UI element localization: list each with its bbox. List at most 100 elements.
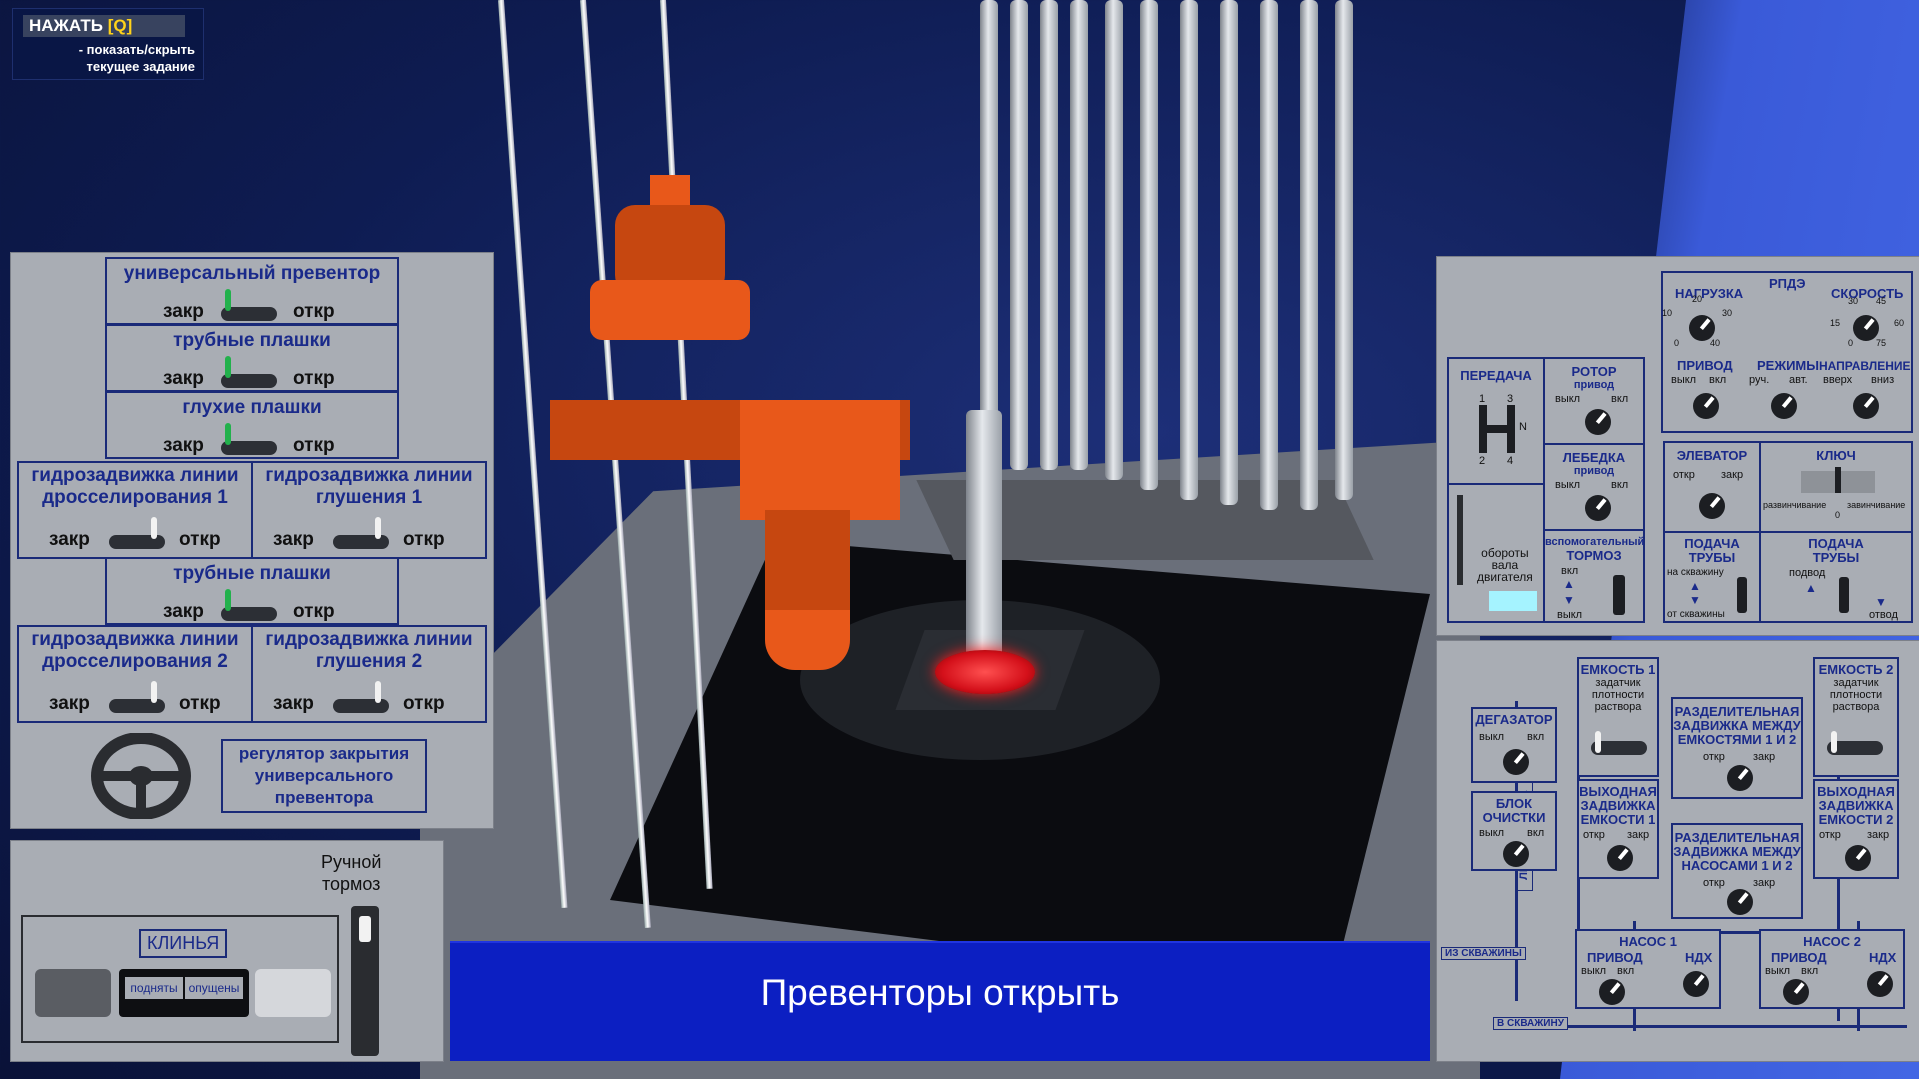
winch-sub: привод bbox=[1573, 465, 1615, 477]
out-valve-2-title: ВЫХОДНАЯ bbox=[1817, 784, 1895, 799]
out-valve-1-title-2: ЗАДВИЖКА bbox=[1580, 798, 1656, 813]
pipe-stand bbox=[1300, 0, 1318, 510]
degasser-box: ДЕГАЗАТОР выкл вкл bbox=[1471, 707, 1557, 783]
tank-1-density-slider[interactable] bbox=[1591, 731, 1647, 755]
regulator-wheel-icon[interactable] bbox=[91, 733, 191, 819]
tick-label: 40 bbox=[1710, 338, 1721, 348]
sep-pumps-title-3: НАСОСАМИ 1 И 2 bbox=[1681, 858, 1793, 873]
regulator-title-2: универсального bbox=[254, 766, 394, 785]
outlet-valve-2-box: ВЫХОДНАЯ ЗАДВИЖКА ЕМКОСТИ 2 откр закр bbox=[1813, 779, 1899, 879]
arrow-down-icon: ▼ bbox=[1563, 593, 1575, 607]
gear-2-label: 2 bbox=[1479, 455, 1486, 467]
gear-title: ПЕРЕДАЧА bbox=[1460, 368, 1532, 383]
pipe-feed-1-title: ПОДАЧА bbox=[1684, 536, 1740, 551]
degasser-knob[interactable] bbox=[1503, 749, 1529, 775]
label-open: откр bbox=[1673, 469, 1695, 481]
pipe-stand bbox=[1180, 0, 1198, 500]
label-close: закр bbox=[1753, 877, 1776, 889]
rpm-display bbox=[1489, 591, 1537, 611]
aux-brake-box: вспомогательный ТОРМОЗ вкл ▲ ▼ выкл bbox=[1543, 529, 1645, 623]
label-open: откр bbox=[179, 693, 221, 714]
label-close: закр bbox=[1627, 829, 1650, 841]
label-feed: подвод bbox=[1789, 567, 1826, 579]
pipe-feed-1-lever[interactable] bbox=[1737, 577, 1747, 613]
aux-brake-lever[interactable] bbox=[1613, 575, 1625, 615]
brake-panel: Ручной тормоз КЛИНЬЯ подняты опущены bbox=[10, 840, 444, 1062]
rotor-drive-knob[interactable] bbox=[1585, 409, 1611, 435]
separator-valve-tanks-box: РАЗДЕЛИТЕЛЬНАЯ ЗАДВИЖКА МЕЖДУ ЕМКОСТЯМИ … bbox=[1671, 697, 1803, 799]
switch-knob[interactable] bbox=[375, 517, 381, 539]
key-box: КЛЮЧ развинчивание завинчивание 0 bbox=[1759, 441, 1913, 533]
tick-label: 30 bbox=[1848, 296, 1859, 306]
hand-brake-handle[interactable] bbox=[359, 916, 371, 942]
pump-1-drive-knob[interactable] bbox=[1599, 979, 1625, 1005]
hint-key-q: [Q] bbox=[107, 16, 133, 35]
pipe-rams-1-title: трубные плашки bbox=[173, 330, 331, 351]
key-slider-handle[interactable] bbox=[1835, 467, 1841, 493]
label-up: вверх bbox=[1823, 374, 1853, 386]
out-valve-2-knob[interactable] bbox=[1845, 845, 1871, 871]
tank-2-density-slider[interactable] bbox=[1827, 731, 1883, 755]
switch-knob[interactable] bbox=[151, 681, 157, 703]
label-on: вкл bbox=[1527, 827, 1545, 839]
rpde-mode-knob[interactable] bbox=[1771, 393, 1797, 419]
switch-knob[interactable] bbox=[225, 423, 231, 445]
orange-machine-foot bbox=[765, 610, 850, 670]
pipe-feed-2-box: ПОДАЧА ТРУБЫ подвод ▲ ▼ отвод bbox=[1759, 531, 1913, 623]
pipe-stand bbox=[1105, 0, 1123, 480]
throttle-lever[interactable] bbox=[1457, 495, 1463, 585]
winch-drive-knob[interactable] bbox=[1585, 495, 1611, 521]
tick-label: 60 bbox=[1894, 318, 1905, 328]
out-valve-1-knob[interactable] bbox=[1607, 845, 1633, 871]
wedges-switch[interactable]: подняты опущены bbox=[119, 969, 249, 1017]
rpde-direction-knob[interactable] bbox=[1853, 393, 1879, 419]
switch-knob[interactable] bbox=[225, 589, 231, 611]
sep-tanks-knob[interactable] bbox=[1727, 765, 1753, 791]
switch-knob[interactable] bbox=[225, 356, 231, 378]
cleaning-unit-box: БЛОК ОЧИСТКИ выкл вкл bbox=[1471, 791, 1557, 871]
switch-knob[interactable] bbox=[225, 289, 231, 311]
label-off: выкл bbox=[1479, 827, 1505, 839]
wedges-box: КЛИНЬЯ подняты опущены bbox=[21, 915, 339, 1043]
gear-shifter[interactable] bbox=[1479, 405, 1515, 453]
pipe-feed-2-lever[interactable] bbox=[1839, 577, 1849, 613]
key-slider[interactable] bbox=[1801, 467, 1875, 493]
winch-title: ЛЕБЕДКА bbox=[1562, 450, 1626, 465]
wedges-pad-right bbox=[255, 969, 331, 1017]
elevator-title: ЭЛЕВАТОР bbox=[1676, 448, 1748, 463]
arrow-up-icon: ▲ bbox=[1563, 577, 1575, 591]
tank-1-title: ЕМКОСТЬ 1 bbox=[1580, 662, 1656, 677]
rpde-drive-knob[interactable] bbox=[1693, 393, 1719, 419]
switch-knob[interactable] bbox=[151, 517, 157, 539]
tank-2-title: ЕМКОСТЬ 2 bbox=[1818, 662, 1894, 677]
label-zero: 0 bbox=[1835, 510, 1841, 520]
label-close: закр bbox=[1867, 829, 1890, 841]
wedges-raised-button[interactable]: подняты bbox=[125, 977, 183, 999]
hand-brake-lever[interactable] bbox=[351, 906, 379, 1056]
label-closed: закр bbox=[163, 301, 204, 322]
pump-2-drive-label: ПРИВОД bbox=[1771, 950, 1827, 965]
wedges-lowered-button[interactable]: опущены bbox=[185, 977, 243, 999]
hint-key: НАЖАТЬ [Q] bbox=[23, 15, 185, 37]
kill-valve-2-title: гидрозадвижка линии bbox=[265, 629, 473, 650]
sep-tanks-title-2: ЗАДВИЖКА МЕЖДУ bbox=[1673, 718, 1801, 733]
sep-pumps-knob[interactable] bbox=[1727, 889, 1753, 915]
cleaning-knob[interactable] bbox=[1503, 841, 1529, 867]
kill-valve-2-box: гидрозадвижка линии глушения 2 закр откр bbox=[251, 625, 487, 723]
pump-1-box: НАСОС 1 ПРИВОД НДХ выкл вкл bbox=[1575, 929, 1721, 1009]
pump-2-title: НАСОС 2 bbox=[1803, 934, 1861, 949]
hand-brake-label-1: Ручной bbox=[321, 852, 382, 872]
label-open: откр bbox=[293, 435, 335, 456]
tick-label: 10 bbox=[1662, 308, 1673, 318]
pump-2-ndh-knob[interactable] bbox=[1867, 971, 1893, 997]
elevator-knob[interactable] bbox=[1699, 493, 1725, 519]
label-closed: закр bbox=[273, 529, 314, 550]
pump-1-ndh-knob[interactable] bbox=[1683, 971, 1709, 997]
tick-label: 20 bbox=[1692, 294, 1703, 304]
aux-brake-title: вспомогательный bbox=[1545, 536, 1645, 548]
pump-2-drive-knob[interactable] bbox=[1783, 979, 1809, 1005]
tick-label: 0 bbox=[1674, 338, 1680, 348]
switch-knob[interactable] bbox=[375, 681, 381, 703]
orange-machine-head bbox=[740, 400, 900, 520]
wedges-title: КЛИНЬЯ bbox=[139, 929, 228, 958]
